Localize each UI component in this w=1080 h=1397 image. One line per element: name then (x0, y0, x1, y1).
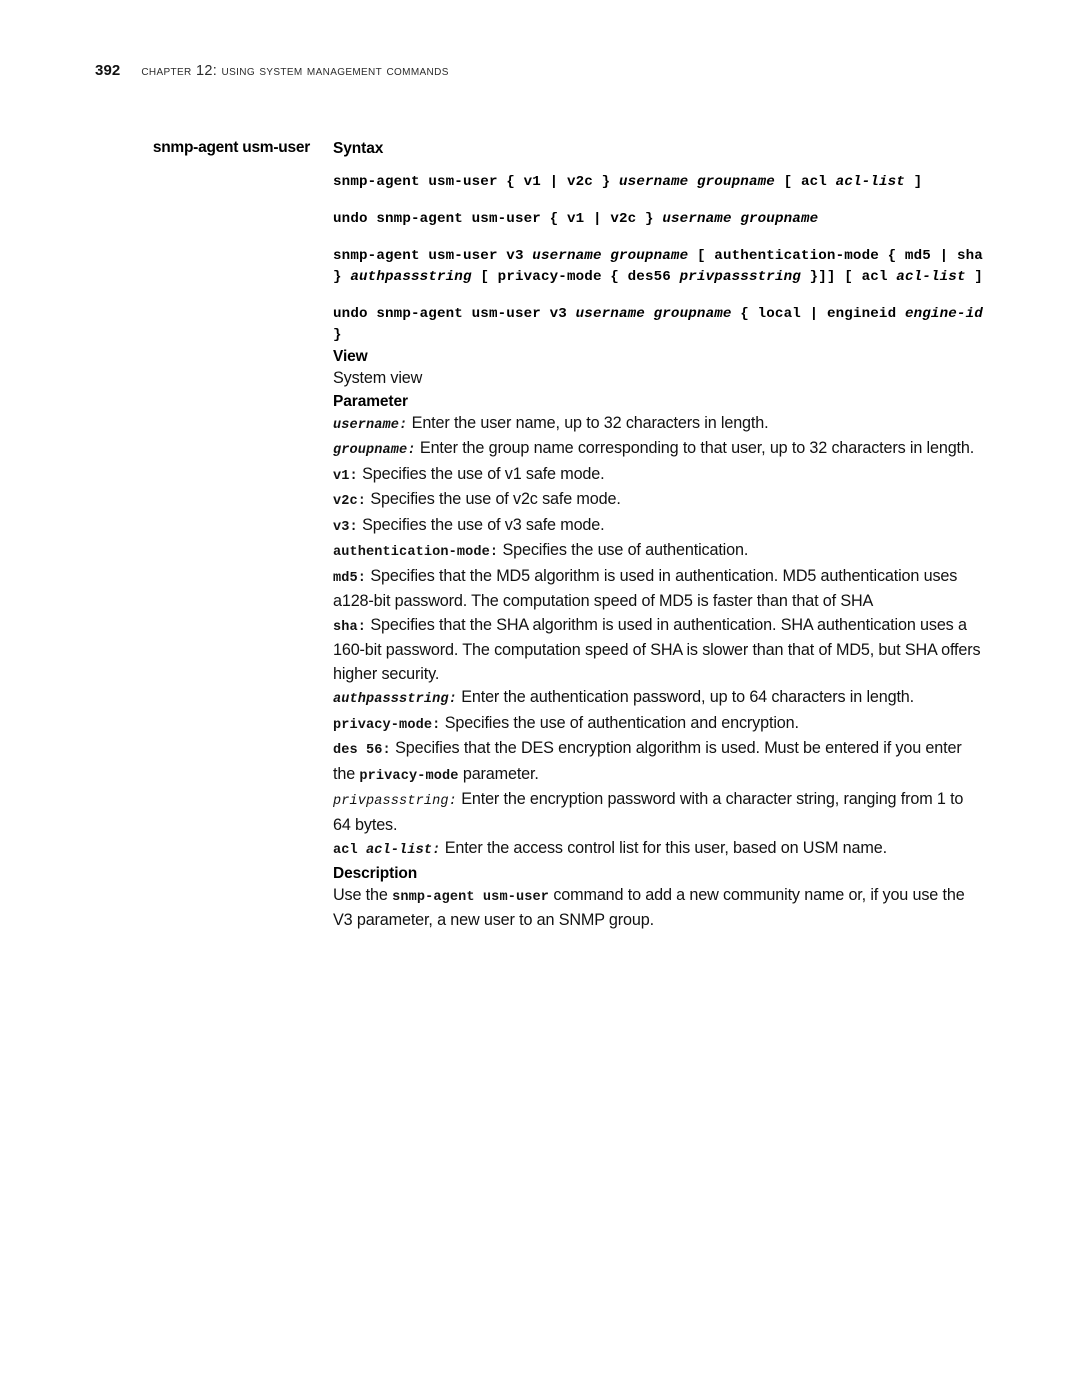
parameter-item: acl acl-list: Enter the access control l… (333, 839, 887, 858)
parameter-term: sha: (333, 619, 367, 635)
view-text: System view (333, 369, 423, 387)
parameter-term: acl-list: (366, 843, 441, 858)
parameter-item: authpassstring: Enter the authentication… (333, 688, 915, 707)
parameter-item: sha: Specifies that the SHA algorithm is… (333, 615, 981, 683)
syntax-heading: Syntax (333, 140, 384, 157)
page-body: snmp-agent usm-user Syntax snmp-agent us… (95, 138, 985, 933)
description-heading: Description (333, 864, 418, 882)
syntax-line: snmp-agent usm-user { v1 | v2c } usernam… (333, 174, 923, 190)
page-number: 392 (95, 62, 121, 79)
view-heading: View (333, 348, 368, 365)
chapter-title: Chapter 12: Using System Management Comm… (141, 63, 449, 79)
parameter-term: username: (333, 417, 408, 433)
parameter-term: authpassstring: (333, 692, 457, 707)
parameter-item: md5: Specifies that the MD5 algorithm is… (333, 566, 958, 611)
parameter-term: acl (333, 843, 367, 858)
parameter-term: des 56: (333, 743, 391, 758)
parameter-item: privpassstring: Enter the encryption pas… (333, 790, 964, 834)
parameter-term: authentication-mode: (333, 545, 499, 560)
syntax-line: undo snmp-agent usm-user { v1 | v2c } us… (333, 211, 819, 227)
parameter-item: privacy-mode: Specifies the use of authe… (333, 713, 799, 733)
parameter-list: username: Enter the user name, up to 32 … (333, 412, 985, 863)
command-name-heading: snmp-agent usm-user (152, 139, 310, 156)
inline-command: privacy-mode (359, 768, 459, 784)
parameter-item: username: Enter the user name, up to 32 … (333, 413, 769, 433)
content-columns: snmp-agent usm-user Syntax snmp-agent us… (95, 138, 985, 933)
parameter-term: groupname: (333, 443, 416, 458)
document-page: 392 Chapter 12: Using System Management … (0, 0, 1080, 1397)
syntax-line: undo snmp-agent usm-user v3 username gro… (333, 306, 983, 343)
parameter-term: v2c: (333, 494, 367, 509)
main-column: Syntax snmp-agent usm-user { v1 | v2c } … (310, 138, 985, 933)
parameter-term: v3: (333, 519, 358, 535)
parameter-item: groupname: Enter the group name correspo… (333, 439, 975, 458)
description-text: Use the snmp-agent usm-user command to a… (333, 885, 965, 930)
margin-column: snmp-agent usm-user (95, 138, 310, 158)
parameter-item: v1: Specifies the use of v1 safe mode. (333, 464, 605, 484)
parameter-item: authentication-mode: Specifies the use o… (333, 541, 749, 560)
running-header: 392 Chapter 12: Using System Management … (95, 62, 449, 79)
syntax-block: snmp-agent usm-user { v1 | v2c } usernam… (333, 172, 985, 346)
parameter-term: privpassstring: (333, 794, 457, 809)
parameter-heading: Parameter (333, 392, 408, 410)
parameter-term: md5: (333, 570, 367, 586)
parameter-term: v1: (333, 468, 358, 484)
inline-command: snmp-agent usm-user (392, 889, 549, 905)
parameter-item: v3: Specifies the use of v3 safe mode. (333, 515, 605, 535)
syntax-line: snmp-agent usm-user v3 username groupnam… (333, 248, 983, 285)
parameter-term: privacy-mode: (333, 717, 441, 733)
parameter-item: des 56: Specifies that the DES encryptio… (333, 739, 962, 784)
parameter-item: v2c: Specifies the use of v2c safe mode. (333, 490, 621, 509)
